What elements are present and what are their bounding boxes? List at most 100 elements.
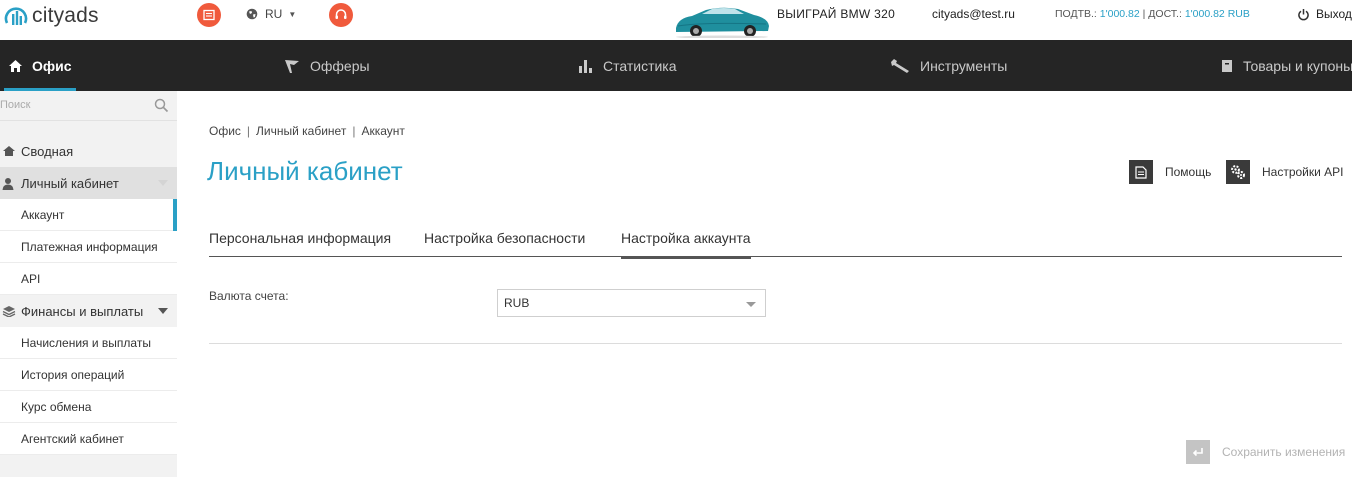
top-bar: cityads RU ▼ ВЫИГРАЙ BMW 320 cityads@tes… xyxy=(0,0,1352,40)
power-icon xyxy=(1298,8,1309,20)
sidebar-item-history[interactable]: История операций xyxy=(0,359,177,391)
sidebar-subitem-label: Агентский кабинет xyxy=(21,431,124,446)
dropdown-arrow-icon xyxy=(746,302,756,307)
user-email[interactable]: cityads@test.ru xyxy=(932,7,1015,21)
flag-icon xyxy=(285,59,299,73)
tab-account-settings[interactable]: Настройка аккаунта xyxy=(621,218,751,259)
headset-icon xyxy=(335,9,347,19)
collapse-arrow-icon xyxy=(158,180,168,186)
tab-security-settings[interactable]: Настройка безопасности xyxy=(424,218,585,257)
page-title: Личный кабинет xyxy=(207,156,403,186)
save-changes-button[interactable]: Сохранить изменения xyxy=(1186,440,1345,464)
nav-item-label: Офис xyxy=(32,57,72,74)
balance-available-label: ДОСТ.: xyxy=(1148,8,1185,20)
nav-item-label: Товары и купоны xyxy=(1243,57,1352,74)
tab-bar: Персональная информация Настройка безопа… xyxy=(209,218,1342,259)
house-icon xyxy=(3,146,15,156)
currency-selected-value: RUB xyxy=(504,296,530,310)
tab-personal-info[interactable]: Персональная информация xyxy=(209,218,391,257)
language-label: RU xyxy=(265,7,283,21)
sidebar-item-accruals[interactable]: Начисления и выплаты xyxy=(0,327,177,359)
breadcrumb-item[interactable]: Офис xyxy=(209,124,241,138)
sidebar-item-label: Финансы и выплаты xyxy=(21,303,144,319)
sidebar-item-agent-cabinet[interactable]: Агентский кабинет xyxy=(0,423,177,455)
nav-item-label: Инструменты xyxy=(920,57,1008,74)
nav-item-statistics[interactable]: Статистика xyxy=(578,40,677,91)
bmw-car-image[interactable] xyxy=(672,0,772,38)
search-input[interactable] xyxy=(0,91,150,119)
save-label: Сохранить изменения xyxy=(1222,445,1346,459)
sidebar-subitem-label: Аккаунт xyxy=(21,207,65,222)
promo-link[interactable]: ВЫИГРАЙ BMW 320 xyxy=(777,7,895,21)
balance-info: ПОДТВ.: 1'000.82 | ДОСТ.: 1'000.82 RUB xyxy=(1055,8,1250,20)
sidebar-subitem-label: История операций xyxy=(21,367,125,382)
sidebar-item-label: Личный кабинет xyxy=(21,175,119,191)
sidebar-item-finance[interactable]: Финансы и выплаты xyxy=(0,295,177,327)
nav-item-goods[interactable]: Товары и купоны xyxy=(1220,40,1352,91)
nav-item-label: Офферы xyxy=(310,57,370,74)
sidebar-search xyxy=(0,91,177,121)
currency-label: Валюта счета: xyxy=(209,289,289,303)
sidebar-item-personal-cabinet[interactable]: Личный кабинет xyxy=(0,167,177,199)
tab-label: Персональная информация xyxy=(209,229,392,246)
sidebar-subitem-label: API xyxy=(21,271,41,286)
logo-text: cityads xyxy=(32,4,99,27)
save-icon-box xyxy=(1186,440,1210,464)
tab-label: Настройка аккаунта xyxy=(621,229,751,246)
api-settings-button[interactable]: Настройки API xyxy=(1226,160,1344,184)
help-label: Помощь xyxy=(1165,165,1212,179)
nav-item-tools[interactable]: Инструменты xyxy=(889,40,1007,91)
logout-button[interactable]: Выход xyxy=(1297,7,1352,21)
sidebar-item-account[interactable]: Аккаунт xyxy=(0,199,177,231)
help-button[interactable]: Помощь xyxy=(1129,160,1211,184)
help-icon-box xyxy=(1129,160,1153,184)
cityads-logo[interactable]: cityads xyxy=(4,3,99,29)
balance-confirmed-value: 1'000.82 xyxy=(1099,8,1140,20)
nav-item-offers[interactable]: Офферы xyxy=(283,40,370,91)
support-button[interactable] xyxy=(329,3,353,27)
expand-arrow-icon xyxy=(158,308,168,314)
news-button[interactable] xyxy=(197,3,221,27)
balance-available-value: 1'000.82 RUB xyxy=(1184,8,1250,20)
chevron-down-icon: ▼ xyxy=(288,9,297,19)
search-icon[interactable] xyxy=(154,98,169,113)
sidebar-item-label: Сводная xyxy=(21,143,74,159)
box-icon xyxy=(1222,59,1232,72)
document-icon xyxy=(1135,165,1147,179)
nav-item-office[interactable]: Офис xyxy=(4,40,76,91)
logout-label: Выход xyxy=(1316,7,1352,21)
sidebar-item-summary[interactable]: Сводная xyxy=(0,135,177,167)
sidebar-subitem-label: Платежная информация xyxy=(21,239,158,254)
breadcrumb-item[interactable]: Личный кабинет xyxy=(256,124,346,138)
form-divider xyxy=(209,343,1342,344)
breadcrumb: Офис | Личный кабинет | Аккаунт xyxy=(209,124,405,138)
sidebar-subitem-label: Начисления и выплаты xyxy=(21,335,151,350)
sidebar-item-exchange-rate[interactable]: Курс обмена xyxy=(0,391,177,423)
nav-item-label: Статистика xyxy=(603,57,677,74)
wrench-icon xyxy=(891,58,909,73)
sidebar-item-payment-info[interactable]: Платежная информация xyxy=(0,231,177,263)
globe-icon xyxy=(246,8,258,20)
sidebar: Сводная Личный кабинет Аккаунт Платежная… xyxy=(0,91,177,477)
currency-select[interactable]: RUB xyxy=(497,289,766,317)
breadcrumb-separator: | xyxy=(352,124,356,138)
newspaper-icon xyxy=(203,9,215,21)
enter-arrow-icon xyxy=(1192,448,1203,457)
tab-label: Настройка безопасности xyxy=(424,229,586,246)
breadcrumb-separator: | xyxy=(246,124,251,138)
main-navigation: Офис Офферы Статистика Инструменты Товар… xyxy=(0,40,1352,91)
balance-separator: | xyxy=(1139,8,1149,20)
bar-chart-icon xyxy=(579,59,592,73)
breadcrumb-item: Аккаунт xyxy=(361,124,405,138)
user-icon xyxy=(2,177,14,190)
sidebar-subitem-label: Курс обмена xyxy=(21,399,92,414)
sidebar-item-api[interactable]: API xyxy=(0,263,177,295)
balance-confirmed-label: ПОДТВ.: xyxy=(1055,8,1100,20)
home-icon xyxy=(9,59,22,72)
cityads-logo-icon xyxy=(4,7,28,25)
language-selector[interactable]: RU ▼ xyxy=(246,7,296,21)
api-settings-label: Настройки API xyxy=(1262,165,1344,179)
api-icon-box xyxy=(1226,160,1250,184)
gears-icon xyxy=(1231,165,1245,179)
money-stack-icon xyxy=(2,306,16,317)
